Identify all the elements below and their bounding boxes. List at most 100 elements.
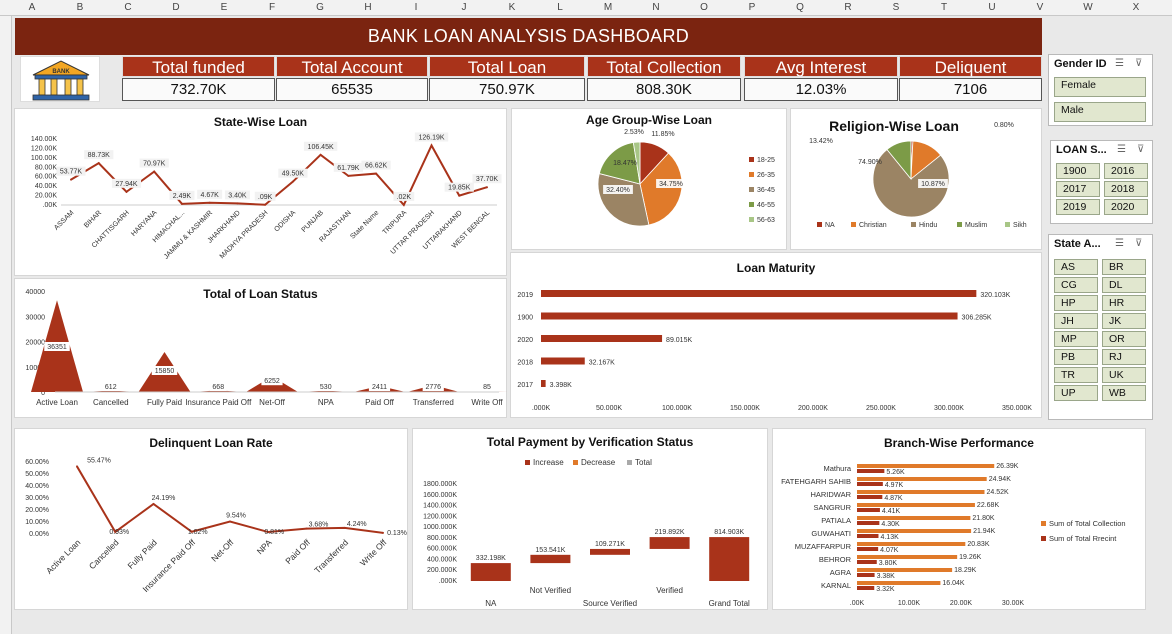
chart-title: Loan Maturity [736,261,816,275]
slicer-item-jh[interactable]: JH [1054,313,1098,329]
column-letter[interactable]: E [214,2,234,13]
slicer-item-up[interactable]: UP [1054,385,1098,401]
column-letter[interactable]: D [166,2,186,13]
data-label: 3.398K [550,382,573,389]
slicer-item-dl[interactable]: DL [1102,277,1146,293]
slicer-item-as[interactable]: AS [1054,259,1098,275]
column-letter[interactable]: C [118,2,138,13]
clear-filter-icon[interactable]: ⊽ [1135,58,1142,69]
x-tick-label: Source Verified [583,599,637,608]
bar [857,555,958,559]
slicer-item-mp[interactable]: MP [1054,331,1098,347]
column-letter[interactable]: S [886,2,906,13]
legend-label: Sum of Total Rrecint [1049,534,1117,543]
column-letter[interactable]: G [310,2,330,13]
data-point [375,172,378,175]
column-letter[interactable]: T [934,2,954,13]
slicer-item-or[interactable]: OR [1102,331,1146,347]
x-tick-label: BIHAR [83,209,103,229]
slicer-item-2020[interactable]: 2020 [1104,199,1148,215]
kpi-value: 7106 [899,78,1042,101]
slicer-item-female[interactable]: Female [1054,77,1146,97]
data-point [264,203,267,206]
slicer-item-tr[interactable]: TR [1054,367,1098,383]
column-letter[interactable]: K [502,2,522,13]
slicer-item-cg[interactable]: CG [1054,277,1098,293]
column-letter[interactable]: X [1126,2,1146,13]
bar [857,469,885,473]
age-group-loan-panel[interactable]: Age Group-Wise Loan 11.85% 34.75% 32.40% 18.… [511,108,787,250]
payment-verification-panel[interactable]: Total Payment by Verification Status 1800… [412,428,768,610]
slicer-item-2019[interactable]: 2019 [1056,199,1100,215]
data-label: 11.85% [651,131,674,138]
slicer-item-wb[interactable]: WB [1102,385,1146,401]
multi-select-icon[interactable]: ☰ [1115,58,1124,69]
x-tick-label: Cancelled [87,537,121,571]
bar [590,548,630,555]
column-letter[interactable]: P [742,2,762,13]
delinquent-rate-panel[interactable]: Delinquent Loan Rate 60.00% 50.00% 40.00% 30… [14,428,408,610]
data-point [486,186,488,189]
x-tick-label: NA [485,599,497,608]
data-point [76,465,78,468]
slicer-item-2016[interactable]: 2016 [1104,163,1148,179]
y-tick-label: 200.000K [427,567,457,574]
slicer-item-2017[interactable]: 2017 [1056,181,1100,197]
data-label: 4.13K [880,534,899,541]
slicer-item-br[interactable]: BR [1102,259,1146,275]
x-tick-label: TRIPURA [382,209,409,236]
gender-slicer[interactable]: Gender ID ☰ ⊽ Female Male [1048,54,1153,126]
loan-year-slicer[interactable]: LOAN S... ☰ ⊽ 1900 2016 2017 2018 2019 2020 [1050,140,1153,224]
column-letter[interactable]: O [694,2,714,13]
slicer-item-1900[interactable]: 1900 [1056,163,1100,179]
slicer-item-jk[interactable]: JK [1102,313,1146,329]
column-letter[interactable]: R [838,2,858,13]
column-letter[interactable]: H [358,2,378,13]
column-letter[interactable]: M [598,2,618,13]
religion-loan-panel[interactable]: Religion-Wise Loan 0.80% 13.42% 74.90% 10.87… [790,108,1042,250]
y-tick-label: MUZAFFARPUR [795,542,852,551]
data-label: 18.29K [954,567,977,574]
column-letter[interactable]: U [982,2,1002,13]
data-point [152,502,155,505]
column-letter[interactable]: Q [790,2,810,13]
column-letter[interactable]: J [454,2,474,13]
series-line [76,465,384,534]
branch-performance-panel[interactable]: Branch-Wise Performance Mathura 26.39K 5.26… [772,428,1146,610]
slicer-item-hp[interactable]: HP [1054,295,1098,311]
y-tick-label: 1000.000K [423,524,457,531]
column-letter[interactable]: I [406,2,426,13]
y-tick-label: 60.00K [35,174,58,181]
column-letter[interactable]: N [646,2,666,13]
y-tick-label: 1400.000K [423,503,457,510]
column-letter[interactable]: A [22,2,42,13]
column-letter[interactable]: V [1030,2,1050,13]
slicer-item-male[interactable]: Male [1054,102,1146,122]
legend-swatch [1041,521,1046,526]
slicer-item-rj[interactable]: RJ [1102,349,1146,365]
column-letter[interactable]: W [1078,2,1098,13]
loan-status-panel[interactable]: Total of Loan Status 40000 30000 20000 10000… [14,278,513,418]
chart-title: Delinquent Loan Rate [149,436,273,450]
slicer-item-hr[interactable]: HR [1102,295,1146,311]
clear-filter-icon[interactable]: ⊽ [1135,238,1142,249]
column-letter[interactable]: L [550,2,570,13]
y-tick-label: 30000 [26,314,46,321]
x-tick-label: .00K [850,600,865,607]
multi-select-icon[interactable]: ☰ [1115,238,1124,249]
bar [857,464,995,468]
slicer-item-2018[interactable]: 2018 [1104,181,1148,197]
multi-select-icon[interactable]: ☰ [1117,144,1126,155]
clear-filter-icon[interactable]: ⊽ [1137,144,1144,155]
state-slicer[interactable]: State A... ☰ ⊽ AS BR CG DL HP HR JH JK MP OR PB RJ T… [1048,234,1153,420]
state-wise-loan-panel[interactable]: State-Wise Loan 140.00K 120.00K 100.00K 80.0… [14,108,507,276]
slicer-item-pb[interactable]: PB [1054,349,1098,365]
data-point [180,202,183,205]
data-label: 6252 [264,378,280,385]
column-letter[interactable]: B [70,2,90,13]
column-letter[interactable]: F [262,2,282,13]
data-point [208,201,211,204]
loan-maturity-panel[interactable]: Loan Maturity 2019 320.103K 1900 306.285K 202… [510,252,1042,418]
data-label: 19.85K [448,185,471,192]
slicer-item-uk[interactable]: UK [1102,367,1146,383]
